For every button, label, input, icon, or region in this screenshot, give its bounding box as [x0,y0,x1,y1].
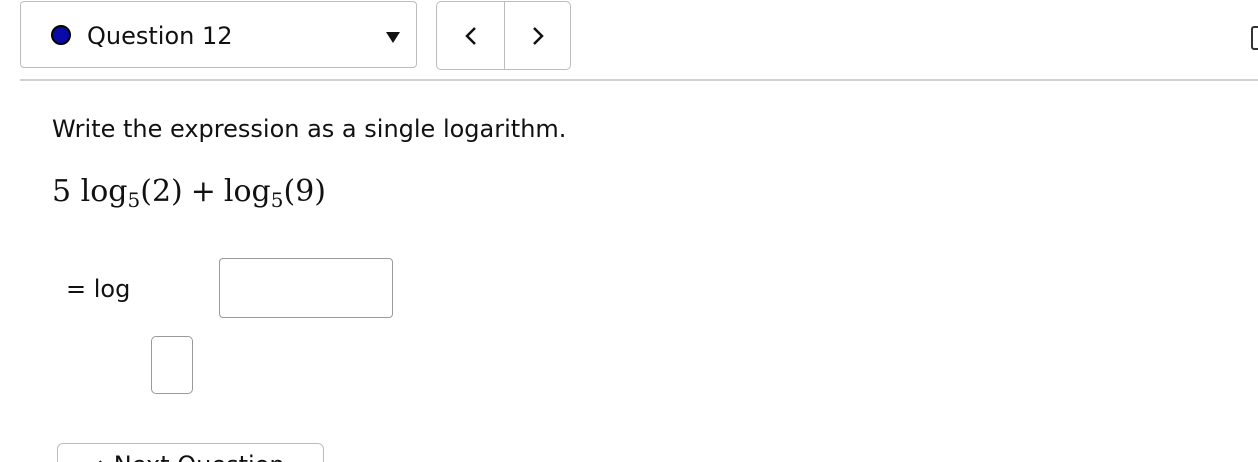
question-navigation [436,1,571,70]
chevron-right-icon [533,26,544,45]
math-expression: 5 log5(2) + log5(9) [52,172,326,212]
expr-log-2: log [223,174,271,209]
triangle-down-icon [386,32,400,43]
expr-arg-1: (2) [140,174,183,209]
log-argument-input[interactable] [219,258,393,318]
question-page: Question 12 Write the expression as a si… [0,0,1258,462]
problem-instruction: Write the expression as a single logarit… [52,115,567,143]
question-selector-dropdown[interactable]: Question 12 [20,1,417,68]
expr-log-1: log [80,174,128,209]
expr-arg-2: (9) [283,174,327,209]
next-question-arrow-button[interactable] [505,2,570,69]
panel-toggle-icon[interactable] [1251,26,1258,50]
log-base-input[interactable] [151,336,193,394]
answer-prefix-label: = log [66,275,131,303]
chevron-left-icon [464,26,476,45]
question-label: Question 12 [87,22,233,50]
expr-operator: + [190,174,216,209]
expr-base-2: 5 [270,188,284,212]
header-divider [20,79,1258,81]
previous-question-button[interactable] [437,2,504,69]
next-question-button[interactable]: → Next Question [57,443,324,462]
question-status-dot [51,25,71,45]
expr-base-1: 5 [127,188,141,212]
expr-coefficient: 5 [52,174,72,209]
